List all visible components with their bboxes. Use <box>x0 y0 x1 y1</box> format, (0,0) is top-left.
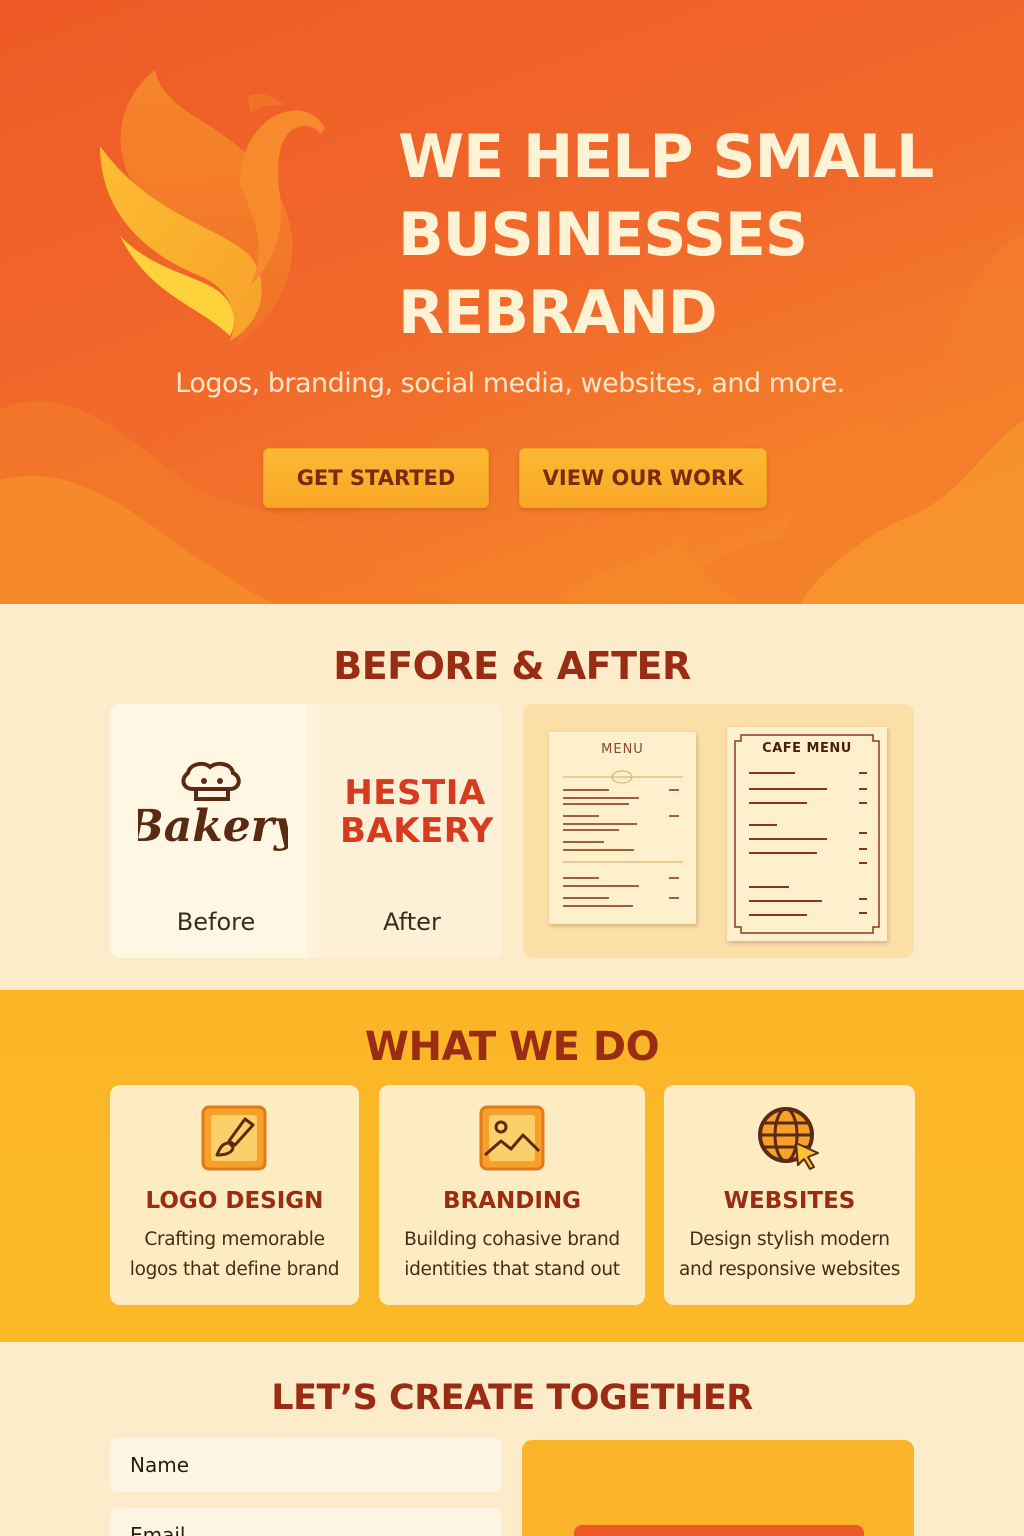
submit-button[interactable] <box>574 1525 864 1536</box>
services-section: WHAT WE DO LOGO DESIGN Crafting memorabl… <box>0 990 1024 1342</box>
service-description: Crafting memorable logos that define bra… <box>110 1225 359 1285</box>
old-logo-text: Bakery <box>138 801 288 852</box>
contact-section: LET’S CREATE TOGETHER <box>0 1342 1024 1536</box>
before-after-section: BEFORE & AFTER Bakery HESTIA BAKERY Befo… <box>0 604 1024 990</box>
hero-headline-line: BUSINESSES <box>398 200 808 270</box>
new-logo-line: BAKERY <box>340 811 494 851</box>
contact-panel <box>522 1440 914 1536</box>
brush-icon <box>201 1105 267 1171</box>
name-field[interactable] <box>110 1438 502 1492</box>
menu-comparison-card: MENU CAFE MENU <box>523 704 914 958</box>
new-menu-frame <box>734 734 880 934</box>
section-title-services: WHAT WE DO <box>364 1024 660 1070</box>
service-description: Design stylish modern and responsive web… <box>664 1225 915 1285</box>
section-title-before-after: BEFORE & AFTER <box>333 644 691 688</box>
service-name: BRANDING <box>442 1188 582 1214</box>
hero-headline-line: WE HELP SMALL <box>398 122 934 192</box>
service-description-line: Design stylish modern <box>689 1229 890 1250</box>
service-description-line: and responsive websites <box>678 1259 901 1280</box>
service-card-logo-design[interactable]: LOGO DESIGN Crafting memorable logos tha… <box>110 1085 359 1305</box>
service-description-line: logos that define brand <box>129 1259 340 1280</box>
hero-headline: WE HELP SMALL BUSINESSES REBRAND <box>398 118 998 352</box>
service-card-websites[interactable]: WEBSITES Design stylish modern and respo… <box>664 1085 915 1305</box>
globe-cursor-icon <box>758 1107 819 1170</box>
service-description: Building cohasive brand identities that … <box>379 1225 645 1285</box>
view-our-work-button[interactable]: VIEW OUR WORK <box>519 448 767 508</box>
old-menu-lines <box>563 770 683 907</box>
get-started-button[interactable]: GET STARTED <box>263 448 489 508</box>
new-logo-text: HESTIA BAKERY <box>340 773 494 851</box>
logo-comparison-card: Bakery HESTIA BAKERY Before After <box>110 704 502 958</box>
service-description-line: Building cohasive brand <box>404 1229 620 1250</box>
new-menu: CAFE MENU <box>727 727 887 941</box>
old-menu: MENU <box>549 732 696 924</box>
hero-subtitle: Logos, branding, social media, websites,… <box>175 368 845 399</box>
new-menu-title: CAFE MENU <box>762 741 852 756</box>
service-description-line: identities that stand out <box>404 1259 620 1280</box>
image-icon <box>479 1105 545 1171</box>
service-card-branding[interactable]: BRANDING Building cohasive brand identit… <box>379 1085 645 1305</box>
new-logo-line: HESTIA <box>344 773 486 813</box>
service-description-line: Crafting memorable <box>144 1229 325 1250</box>
service-name: WEBSITES <box>723 1188 856 1214</box>
after-label: After <box>383 908 441 936</box>
service-name: LOGO DESIGN <box>145 1188 324 1214</box>
hero-section: WE HELP SMALL BUSINESSES REBRAND Logos, … <box>0 0 1024 604</box>
before-label: Before <box>176 908 256 936</box>
phoenix-icon <box>100 70 325 346</box>
old-bakery-logo: Bakery <box>138 761 288 852</box>
hero-headline-line: REBRAND <box>398 278 718 348</box>
section-title-contact: LET’S CREATE TOGETHER <box>271 1378 753 1418</box>
email-field[interactable] <box>110 1508 502 1536</box>
